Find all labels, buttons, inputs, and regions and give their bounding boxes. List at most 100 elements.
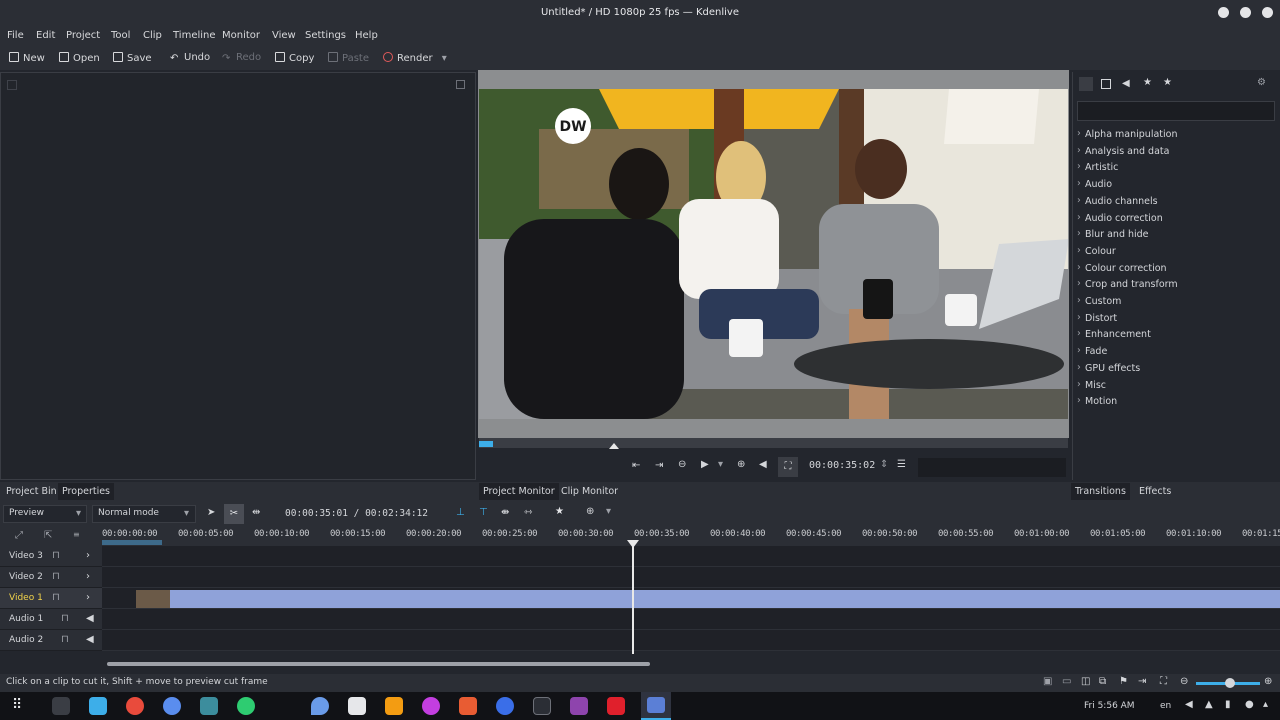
mute-icon[interactable]: ◀ bbox=[86, 634, 94, 645]
timeline-playhead[interactable] bbox=[632, 546, 634, 654]
timecode-spin-icon[interactable]: ⇕ bbox=[880, 459, 888, 470]
graphics-app-icon[interactable] bbox=[570, 697, 588, 715]
effect-category-item[interactable]: Distort bbox=[1077, 312, 1117, 324]
zoom-out-icon[interactable]: ⊖ bbox=[1180, 676, 1188, 687]
menu-clip[interactable]: Clip bbox=[143, 30, 162, 41]
bin-checkbox[interactable] bbox=[7, 80, 17, 90]
tab-properties[interactable]: Properties bbox=[58, 483, 115, 500]
menu-view[interactable]: View bbox=[272, 30, 296, 41]
copy-button[interactable]: Copy bbox=[275, 52, 314, 64]
tray-expand-icon[interactable]: ▴ bbox=[1263, 699, 1268, 710]
timeline-clip[interactable] bbox=[136, 590, 1280, 608]
panel-float-icon[interactable] bbox=[456, 80, 465, 89]
play-icon[interactable]: ▶ bbox=[701, 459, 709, 470]
menu-help[interactable]: Help bbox=[355, 30, 378, 41]
insert-icon[interactable]: ⊥ bbox=[456, 507, 465, 518]
fullscreen-icon[interactable]: ⛶ bbox=[778, 457, 798, 477]
effect-category-item[interactable]: Colour bbox=[1077, 245, 1116, 257]
video-effects-icon[interactable] bbox=[1101, 79, 1111, 89]
lock-icon[interactable]: ⊓ bbox=[52, 592, 60, 603]
effect-category-item[interactable]: Blur and hide bbox=[1077, 228, 1148, 240]
effect-category-item[interactable]: Analysis and data bbox=[1077, 145, 1169, 157]
timeline-ruler[interactable]: 00:00:00:00 00:00:05:00 00:00:10:00 00:00:1… bbox=[102, 526, 1280, 546]
track-header[interactable]: Audio 1 ⊓ ◀ bbox=[0, 609, 102, 630]
lock-icon[interactable]: ⊓ bbox=[61, 613, 69, 624]
new-button[interactable]: New bbox=[9, 52, 45, 64]
console-icon[interactable] bbox=[533, 697, 551, 715]
track-lane[interactable] bbox=[102, 546, 1280, 567]
effect-category-item[interactable]: Custom bbox=[1077, 295, 1121, 307]
track-lane[interactable] bbox=[102, 630, 1280, 651]
expand-icon[interactable]: › bbox=[86, 592, 90, 603]
effect-category-item[interactable]: Crop and transform bbox=[1077, 278, 1178, 290]
audio-thumbnails-icon[interactable]: ◫ bbox=[1081, 676, 1090, 687]
open-button[interactable]: Open bbox=[59, 52, 100, 64]
set-in-icon[interactable]: ⇤ bbox=[632, 460, 640, 471]
effect-category-item[interactable]: Colour correction bbox=[1077, 262, 1167, 274]
guide-icon[interactable]: ⚑ bbox=[1119, 676, 1128, 687]
effect-category-item[interactable]: Fade bbox=[1077, 345, 1107, 357]
track-lane[interactable] bbox=[102, 567, 1280, 588]
fit-icon[interactable]: ⇥ bbox=[1138, 676, 1146, 687]
video-app-icon[interactable] bbox=[607, 697, 625, 715]
volume-tray-icon[interactable]: ◀ bbox=[1185, 699, 1193, 710]
tab-transitions[interactable]: Transitions bbox=[1071, 483, 1130, 500]
snap-icon[interactable]: ▣ bbox=[1043, 676, 1052, 687]
gear-icon[interactable]: ⚙ bbox=[1257, 77, 1266, 88]
maximize-icon[interactable] bbox=[1240, 7, 1251, 18]
edit-mode-select[interactable]: Normal mode ▾ bbox=[92, 505, 196, 523]
effect-category-item[interactable]: Audio correction bbox=[1077, 212, 1163, 224]
keyboard-layout[interactable]: en bbox=[1160, 701, 1171, 711]
playhead-marker[interactable] bbox=[627, 540, 639, 548]
track-lane[interactable] bbox=[102, 588, 1280, 609]
track-header[interactable]: Video 2 ⊓ › bbox=[0, 567, 102, 588]
favorite-effects-icon[interactable]: ★ bbox=[1163, 77, 1172, 88]
menu-file[interactable]: File bbox=[7, 30, 24, 41]
media-player-icon[interactable] bbox=[422, 697, 440, 715]
vlc-icon[interactable] bbox=[385, 697, 403, 715]
volume-icon[interactable]: ◀ bbox=[759, 459, 767, 470]
kdenlive-task[interactable] bbox=[641, 692, 671, 720]
tab-project-monitor[interactable]: Project Monitor bbox=[479, 483, 559, 500]
track-settings-icon[interactable]: ≡ bbox=[73, 530, 80, 539]
menu-timeline[interactable]: Timeline bbox=[173, 30, 216, 41]
browser-icon[interactable] bbox=[163, 697, 181, 715]
chevron-down-icon[interactable]: ▾ bbox=[442, 53, 447, 64]
audio-effects-icon[interactable]: ◀ bbox=[1122, 78, 1130, 89]
close-icon[interactable] bbox=[1262, 7, 1273, 18]
save-button[interactable]: Save bbox=[113, 52, 152, 64]
seek-handle[interactable] bbox=[609, 443, 619, 449]
favorite-icon[interactable]: ★ bbox=[555, 506, 564, 517]
track-header[interactable]: Video 1 ⊓ › bbox=[0, 588, 102, 609]
ruler-zone[interactable] bbox=[102, 540, 162, 545]
menu-project[interactable]: Project bbox=[66, 30, 100, 41]
undo-button[interactable]: ↶ Undo bbox=[170, 52, 210, 64]
image-viewer-icon[interactable] bbox=[459, 697, 477, 715]
track-header[interactable]: Video 3 ⊓ › bbox=[0, 546, 102, 567]
minimize-icon[interactable] bbox=[1218, 7, 1229, 18]
render-button[interactable]: Render ▾ bbox=[383, 52, 447, 64]
spacer-tool-icon[interactable]: ⇹ bbox=[252, 507, 260, 518]
razor-tool-icon[interactable]: ✂ bbox=[224, 504, 244, 524]
network-tray-icon[interactable]: ▲ bbox=[1205, 699, 1213, 710]
menu-tool[interactable]: Tool bbox=[111, 30, 130, 41]
set-out-icon[interactable]: ⇥ bbox=[655, 460, 663, 471]
app-launcher-icon[interactable]: ⠿ bbox=[12, 697, 22, 713]
firefox-icon[interactable] bbox=[496, 697, 514, 715]
files-icon[interactable] bbox=[89, 697, 107, 715]
document-icon[interactable] bbox=[348, 697, 366, 715]
effect-category-item[interactable]: Artistic bbox=[1077, 161, 1118, 173]
redo-button[interactable]: ↷ Redo bbox=[222, 52, 261, 64]
menu-monitor[interactable]: Monitor bbox=[222, 30, 260, 41]
monitor-seekbar[interactable] bbox=[479, 438, 1068, 449]
lock-icon[interactable]: ⊓ bbox=[61, 634, 69, 645]
notifications-tray-icon[interactable]: ● bbox=[1245, 699, 1254, 710]
clock[interactable]: Fri 5:56 AM bbox=[1084, 701, 1135, 711]
effect-category-item[interactable]: Audio bbox=[1077, 178, 1112, 190]
tab-effects[interactable]: Effects bbox=[1135, 483, 1175, 500]
effects-search-input[interactable] bbox=[1077, 101, 1275, 121]
battery-tray-icon[interactable]: ▮ bbox=[1225, 699, 1231, 710]
timeline-scrollbar[interactable] bbox=[107, 662, 650, 666]
add-marker-icon[interactable]: ⊕ bbox=[586, 506, 594, 517]
messenger-icon[interactable] bbox=[237, 697, 255, 715]
